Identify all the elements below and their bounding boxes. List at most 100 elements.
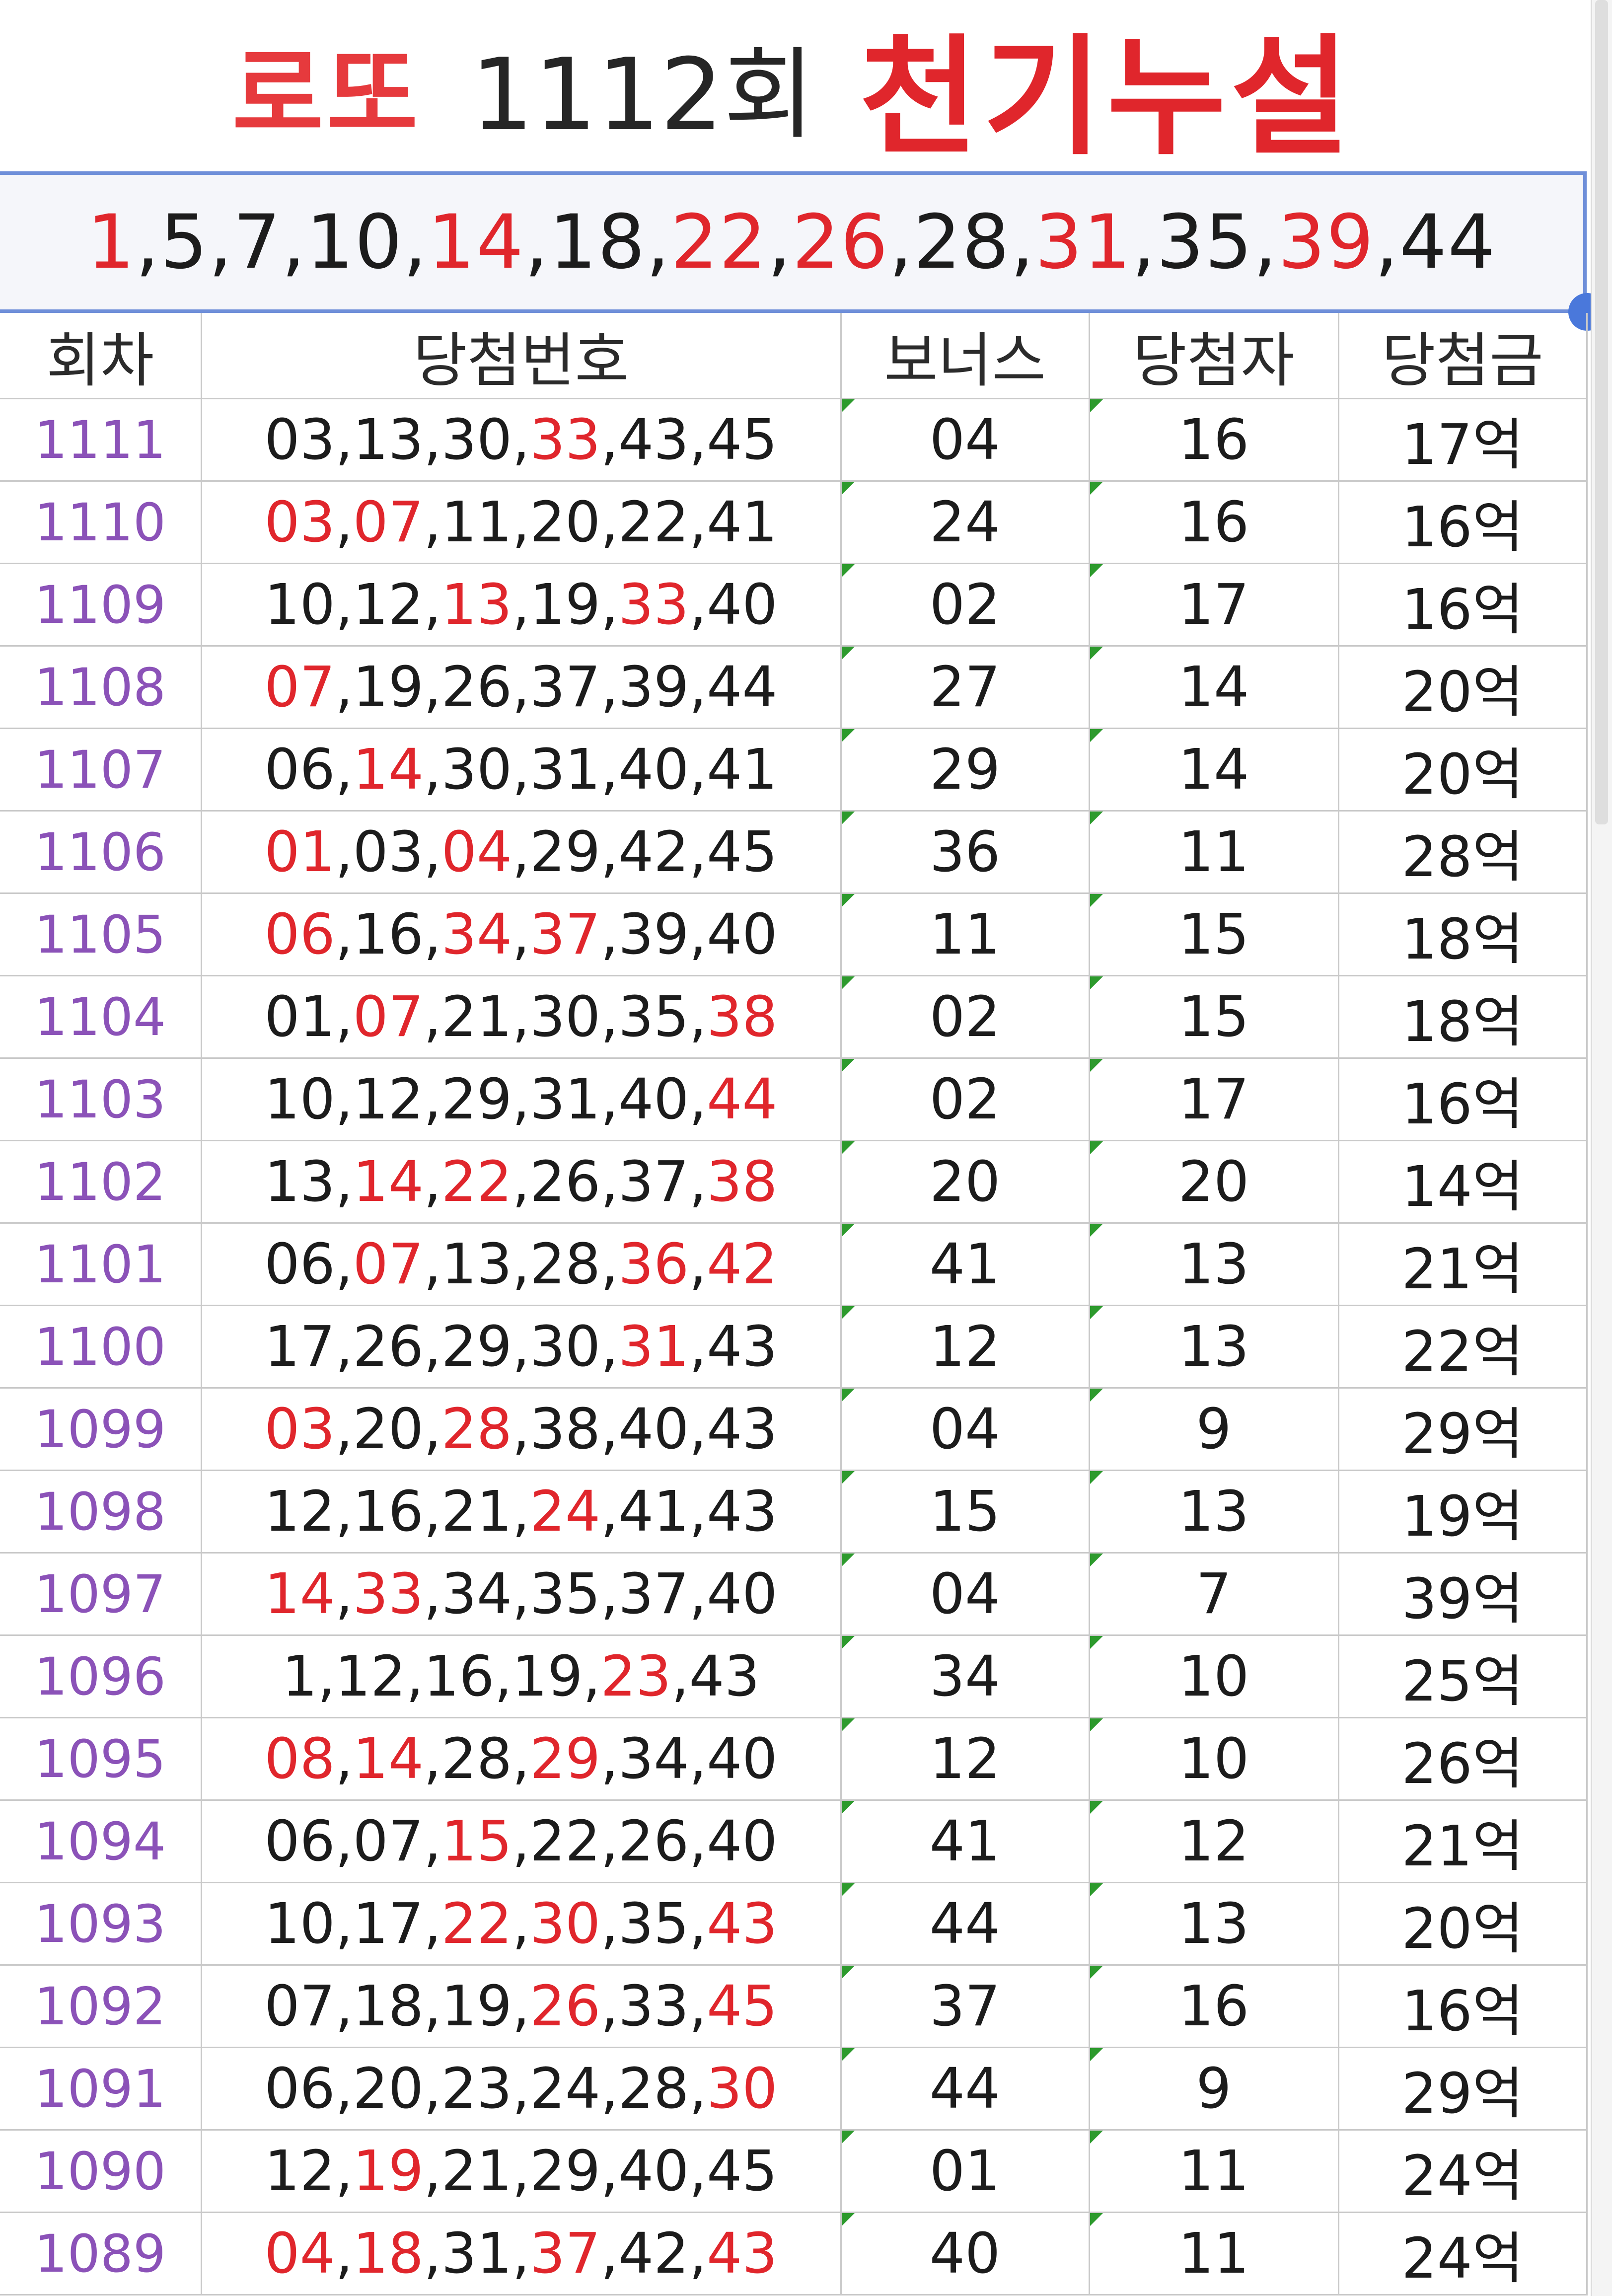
round-cell[interactable]: 1091 [0,2047,202,2131]
winning-numbers-cell[interactable]: 14,33,34,35,37,40 [200,1552,842,1636]
bonus-cell[interactable]: 41 [840,1799,1090,1883]
prize-cell[interactable]: 16억 [1337,1964,1588,2048]
prize-cell[interactable]: 20억 [1337,1882,1588,1966]
bonus-cell[interactable]: 44 [840,2047,1090,2131]
prize-cell[interactable]: 18억 [1337,892,1588,976]
winning-numbers-cell[interactable]: 10,12,13,19,33,40 [200,563,842,647]
winners-cell[interactable]: 15 [1088,975,1339,1059]
prize-cell[interactable]: 29억 [1337,1387,1588,1471]
winners-cell[interactable]: 12 [1088,1799,1339,1883]
prize-cell[interactable]: 21억 [1337,1222,1588,1306]
winning-numbers-cell[interactable]: 08,14,28,29,34,40 [200,1717,842,1801]
winning-numbers-cell[interactable]: 07,19,26,37,39,44 [200,645,842,729]
header-prize[interactable]: 당첨금 [1337,313,1588,399]
winners-cell[interactable]: 20 [1088,1140,1339,1224]
bonus-cell[interactable]: 02 [840,975,1090,1059]
winning-numbers-cell[interactable]: 12,19,21,29,40,45 [200,2129,842,2213]
winning-numbers-cell[interactable]: 03,20,28,38,40,43 [200,1387,842,1471]
winning-numbers-cell[interactable]: 07,18,19,26,33,45 [200,1964,842,2048]
bonus-cell[interactable]: 04 [840,1387,1090,1471]
round-cell[interactable]: 1095 [0,1717,202,1801]
bonus-cell[interactable]: 04 [840,1552,1090,1636]
winning-numbers-cell[interactable]: 01,03,04,29,42,45 [200,810,842,894]
header-winning-numbers[interactable]: 당첨번호 [200,313,842,399]
winning-numbers-cell[interactable]: 06,20,23,24,28,30 [200,2047,842,2131]
winners-cell[interactable]: 10 [1088,1717,1339,1801]
bonus-cell[interactable]: 02 [840,1057,1090,1141]
winners-cell[interactable]: 14 [1088,728,1339,812]
round-cell[interactable]: 1109 [0,563,202,647]
header-bonus[interactable]: 보너스 [840,313,1090,399]
prize-cell[interactable]: 16억 [1337,1057,1588,1141]
winning-numbers-cell[interactable]: 04,18,31,37,42,43 [200,2212,842,2296]
winners-cell[interactable]: 11 [1088,2212,1339,2296]
winners-cell[interactable]: 13 [1088,1470,1339,1554]
header-winners[interactable]: 당첨자 [1088,313,1339,399]
round-cell[interactable]: 1094 [0,1799,202,1883]
winning-numbers-cell[interactable]: 10,17,22,30,35,43 [200,1882,842,1966]
winners-cell[interactable]: 16 [1088,1964,1339,2048]
round-cell[interactable]: 1108 [0,645,202,729]
winners-cell[interactable]: 17 [1088,563,1339,647]
prize-cell[interactable]: 22억 [1337,1305,1588,1389]
winners-cell[interactable]: 16 [1088,398,1339,482]
prize-cell[interactable]: 24억 [1337,2212,1588,2296]
prize-cell[interactable]: 39억 [1337,1552,1588,1636]
winners-cell[interactable]: 13 [1088,1305,1339,1389]
bonus-cell[interactable]: 02 [840,563,1090,647]
bonus-cell[interactable]: 34 [840,1634,1090,1718]
round-cell[interactable]: 1097 [0,1552,202,1636]
bonus-cell[interactable]: 01 [840,2129,1090,2213]
winners-cell[interactable]: 9 [1088,2047,1339,2131]
winning-numbers-cell[interactable]: 03,13,30,33,43,45 [200,398,842,482]
prize-cell[interactable]: 20억 [1337,645,1588,729]
header-round[interactable]: 회차 [0,313,202,399]
winners-cell[interactable]: 14 [1088,645,1339,729]
winners-cell[interactable]: 11 [1088,2129,1339,2213]
bonus-cell[interactable]: 41 [840,1222,1090,1306]
bonus-cell[interactable]: 37 [840,1964,1090,2048]
bonus-cell[interactable]: 36 [840,810,1090,894]
winning-numbers-cell[interactable]: 06,07,13,28,36,42 [200,1222,842,1306]
bonus-cell[interactable]: 29 [840,728,1090,812]
prize-cell[interactable]: 20억 [1337,728,1588,812]
round-cell[interactable]: 1104 [0,975,202,1059]
predicted-numbers-cell[interactable]: 1, 5, 7, 10, 14, 18, 22, 26, 28, 31, 35, 39, 44 [0,171,1587,313]
bonus-cell[interactable]: 27 [840,645,1090,729]
scrollbar-thumb[interactable] [1595,0,1608,824]
bonus-cell[interactable]: 24 [840,480,1090,564]
winning-numbers-cell[interactable]: 06,07,15,22,26,40 [200,1799,842,1883]
round-cell[interactable]: 1098 [0,1470,202,1554]
round-cell[interactable]: 1090 [0,2129,202,2213]
prize-cell[interactable]: 18억 [1337,975,1588,1059]
prize-cell[interactable]: 29억 [1337,2047,1588,2131]
round-cell[interactable]: 1107 [0,728,202,812]
winners-cell[interactable]: 11 [1088,810,1339,894]
winning-numbers-cell[interactable]: 06,14,30,31,40,41 [200,728,842,812]
winning-numbers-cell[interactable]: 1,12,16,19,23,43 [200,1634,842,1718]
winning-numbers-cell[interactable]: 03,07,11,20,22,41 [200,480,842,564]
round-cell[interactable]: 1089 [0,2212,202,2296]
prize-cell[interactable]: 21억 [1337,1799,1588,1883]
round-cell[interactable]: 1111 [0,398,202,482]
winning-numbers-cell[interactable]: 06,16,34,37,39,40 [200,892,842,976]
prize-cell[interactable]: 16억 [1337,480,1588,564]
winners-cell[interactable]: 17 [1088,1057,1339,1141]
prize-cell[interactable]: 28억 [1337,810,1588,894]
winners-cell[interactable]: 9 [1088,1387,1339,1471]
winners-cell[interactable]: 15 [1088,892,1339,976]
round-cell[interactable]: 1101 [0,1222,202,1306]
bonus-cell[interactable]: 04 [840,398,1090,482]
prize-cell[interactable]: 16억 [1337,563,1588,647]
winners-cell[interactable]: 13 [1088,1882,1339,1966]
winners-cell[interactable]: 16 [1088,480,1339,564]
prize-cell[interactable]: 14억 [1337,1140,1588,1224]
round-cell[interactable]: 1103 [0,1057,202,1141]
prize-cell[interactable]: 17억 [1337,398,1588,482]
winners-cell[interactable]: 10 [1088,1634,1339,1718]
winning-numbers-cell[interactable]: 17,26,29,30,31,43 [200,1305,842,1389]
round-cell[interactable]: 1102 [0,1140,202,1224]
round-cell[interactable]: 1105 [0,892,202,976]
bonus-cell[interactable]: 11 [840,892,1090,976]
winning-numbers-cell[interactable]: 13,14,22,26,37,38 [200,1140,842,1224]
